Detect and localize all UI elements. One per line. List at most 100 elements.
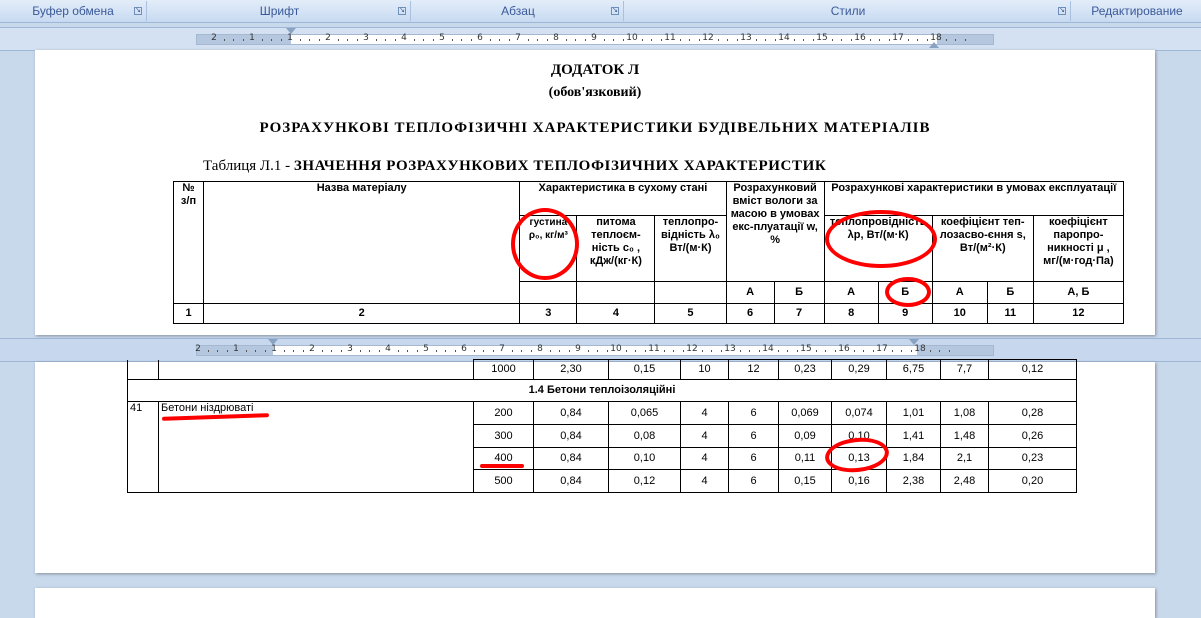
ruler-tick (280, 39, 282, 41)
ruler-number: 4 (401, 33, 407, 43)
dialog-launcher-icon[interactable]: ↘ (1058, 7, 1066, 15)
column-number: 8 (823, 303, 879, 324)
ruler-number: 16 (838, 344, 850, 354)
ruler-number: 3 (347, 344, 353, 354)
ruler-tick (850, 39, 852, 41)
ruler-tick (217, 350, 218, 352)
document-page-next[interactable] (35, 588, 1155, 618)
ruler-tick (309, 39, 310, 41)
ruler-number: 1 (233, 344, 239, 354)
ruler-number: 8 (537, 344, 543, 354)
ruler-tick (242, 39, 244, 41)
column-number: 10 (931, 303, 988, 324)
ruler-tick (879, 39, 880, 41)
ruler-tick (416, 350, 418, 352)
ruler-number: 18 (930, 33, 942, 43)
ruler-tick (825, 350, 826, 352)
ruler-tick (736, 39, 738, 41)
ruler-tick (796, 350, 798, 352)
editing-group[interactable]: Редактирование (1073, 1, 1201, 21)
column-number: 5 (654, 303, 727, 324)
ruler-tick (293, 350, 294, 352)
ruler-number: 1 (287, 33, 293, 43)
ruler-tick (340, 350, 342, 352)
ruler-tick (255, 350, 256, 352)
ruler-number: 14 (778, 33, 790, 43)
horizontal-ruler[interactable]: 2 1 1 2 3 4 5 6 7 8 9 10 11 12 13 14 15 16 17 18 (0, 27, 1201, 51)
ruler-tick (774, 39, 776, 41)
ruler-tick (901, 350, 902, 352)
ruler-number: 8 (553, 33, 559, 43)
clipboard-group-label: Буфер обмена (32, 4, 114, 18)
ruler-tick (451, 39, 453, 41)
characteristics-table-body: 1000 2,30 0,15 10 12 0,23 0,29 6,75 7,7 … (127, 359, 1077, 493)
ruler-tick (359, 350, 361, 352)
ruler-number: 9 (591, 33, 597, 43)
ruler-tick (651, 39, 652, 41)
ruler-number: 2 (195, 344, 201, 354)
absorb-A-header: А (931, 281, 988, 304)
col-no-header: № з/п (172, 181, 205, 304)
ruler-number: 7 (499, 344, 505, 354)
table-row: 41 Бетони ніздрюваті 200 0,84 0,065 4 6 … (127, 401, 1077, 493)
styles-group[interactable]: Стили ↘ (626, 1, 1071, 21)
ruler-tick (483, 350, 484, 352)
ruler-tick (625, 350, 627, 352)
ruler-number: 11 (664, 33, 676, 43)
ruler-tick (888, 39, 890, 41)
ruler-tick (549, 350, 551, 352)
ruler-tick (739, 350, 741, 352)
cond-B-header: Б (877, 281, 933, 304)
ruler-tick (347, 39, 348, 41)
ruler-number: 15 (816, 33, 828, 43)
document-page-lower[interactable]: 1000 2,30 0,15 10 12 0,23 0,29 6,75 7,7 … (35, 359, 1155, 573)
ruler-tick (622, 39, 624, 41)
ruler-tick (777, 350, 779, 352)
ruler-tick (758, 350, 760, 352)
dialog-launcher-icon[interactable]: ↘ (398, 7, 406, 15)
ruler-number: 2 (309, 344, 315, 354)
document-page-upper[interactable]: ДОДАТОК Л (обов'язковий) РОЗРАХУНКОВІ ТЕ… (35, 50, 1155, 335)
editing-group-label: Редактирование (1091, 4, 1183, 18)
ruler-tick (271, 39, 272, 41)
ruler-tick (755, 39, 757, 41)
ruler-number: 13 (724, 344, 736, 354)
dialog-launcher-icon[interactable]: ↘ (134, 7, 142, 15)
dialog-launcher-icon[interactable]: ↘ (611, 7, 619, 15)
ruler-tick (407, 350, 408, 352)
ruler-tick (207, 350, 209, 352)
clipboard-group[interactable]: Буфер обмена ↘ (0, 1, 147, 21)
col-name-header: Назва матеріалу (203, 181, 521, 304)
ruler-tick (385, 39, 386, 41)
document-heading: РОЗРАХУНКОВІ ТЕПЛОФІЗИЧНІ ХАРАКТЕРИСТИКИ… (259, 120, 931, 136)
ruler-tick (527, 39, 529, 41)
ruler-tick (727, 39, 728, 41)
font-group[interactable]: Шрифт ↘ (149, 1, 411, 21)
operating-header: Розрахункові характеристики в умовах екс… (823, 181, 1125, 216)
ruler-tick (673, 350, 674, 352)
ruler-tick (565, 39, 567, 41)
ruler-tick (698, 39, 700, 41)
ruler-tick (793, 39, 795, 41)
ruler-tick (841, 39, 842, 41)
density-header: густина ρ₀, кг/м³ (519, 215, 578, 282)
ruler-tick (559, 350, 560, 352)
paragraph-group[interactable]: Абзац ↘ (413, 1, 624, 21)
ruler-tick (660, 39, 662, 41)
font-group-label: Шрифт (259, 4, 300, 18)
ruler-tick (489, 39, 491, 41)
ruler-tick (575, 39, 576, 41)
ruler-number: 16 (854, 33, 866, 43)
material-name: Бетони ніздрюваті (158, 401, 474, 493)
ruler-tick (945, 39, 947, 41)
ruler-tick (765, 39, 766, 41)
ruler-number: 6 (477, 33, 483, 43)
appendix-subtitle: (обов'язковий) (548, 85, 642, 100)
ruler-tick (682, 350, 684, 352)
appendix-title: ДОДАТОК Л (550, 62, 640, 78)
cond-A-header: А (725, 281, 775, 304)
vapor-AB-header: А, Б (1032, 281, 1125, 304)
ruler-tick (717, 39, 719, 41)
ruler-number: 17 (876, 344, 888, 354)
ruler-tick (435, 350, 437, 352)
